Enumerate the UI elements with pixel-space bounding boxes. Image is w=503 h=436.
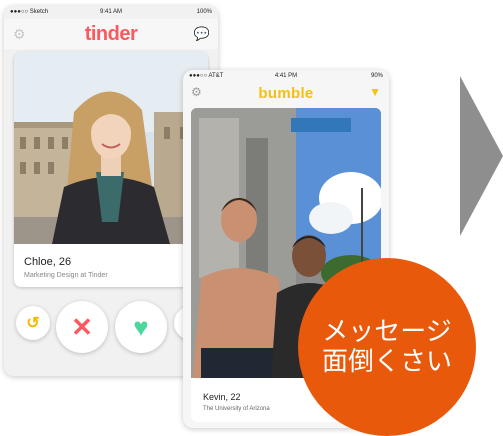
profile-card[interactable]: Chloe, 26 Marketing Design at Tinder	[14, 52, 208, 287]
battery-label: 90%	[370, 73, 383, 79]
top-bar: ⚙ tinder 💬	[4, 19, 218, 49]
chat-bubble-icon[interactable]: 💬	[194, 27, 210, 40]
right-arrow-icon	[460, 76, 503, 236]
nope-button[interactable]: ✕	[56, 301, 108, 353]
nope-icon: ✕	[71, 311, 93, 342]
status-bar: ●●●○○ AT&T 4:41 PM 90%	[183, 70, 389, 83]
profile-job: Marketing Design at Tinder	[24, 272, 108, 279]
profile-name-age: Chloe, 26	[24, 256, 72, 268]
message-badge: メッセージ 面倒くさい	[298, 258, 476, 436]
time-label: 4:41 PM	[274, 73, 298, 79]
profile-photo	[14, 52, 208, 244]
filter-icon[interactable]: ▼	[369, 86, 381, 98]
battery-label: 100%	[196, 9, 212, 15]
undo-button[interactable]: ↺	[16, 306, 50, 340]
badge-line-2: 面倒くさい	[321, 346, 452, 376]
undo-icon: ↺	[26, 315, 40, 332]
bumble-logo: bumble	[258, 85, 314, 102]
time-label: 9:41 AM	[99, 9, 122, 15]
badge-line-1: メッセージ	[322, 316, 452, 347]
top-bar: ⚙ bumble ▼	[183, 83, 389, 105]
like-icon: ♥	[133, 311, 149, 342]
profile-name-age: Kevin, 22	[203, 392, 241, 402]
like-button[interactable]: ♥	[115, 301, 167, 353]
profile-school: The University of Arizona	[203, 406, 270, 412]
status-bar: ●●●○○ Sketch 9:41 AM 100%	[4, 6, 218, 19]
tinder-logo: tinder	[84, 23, 138, 45]
